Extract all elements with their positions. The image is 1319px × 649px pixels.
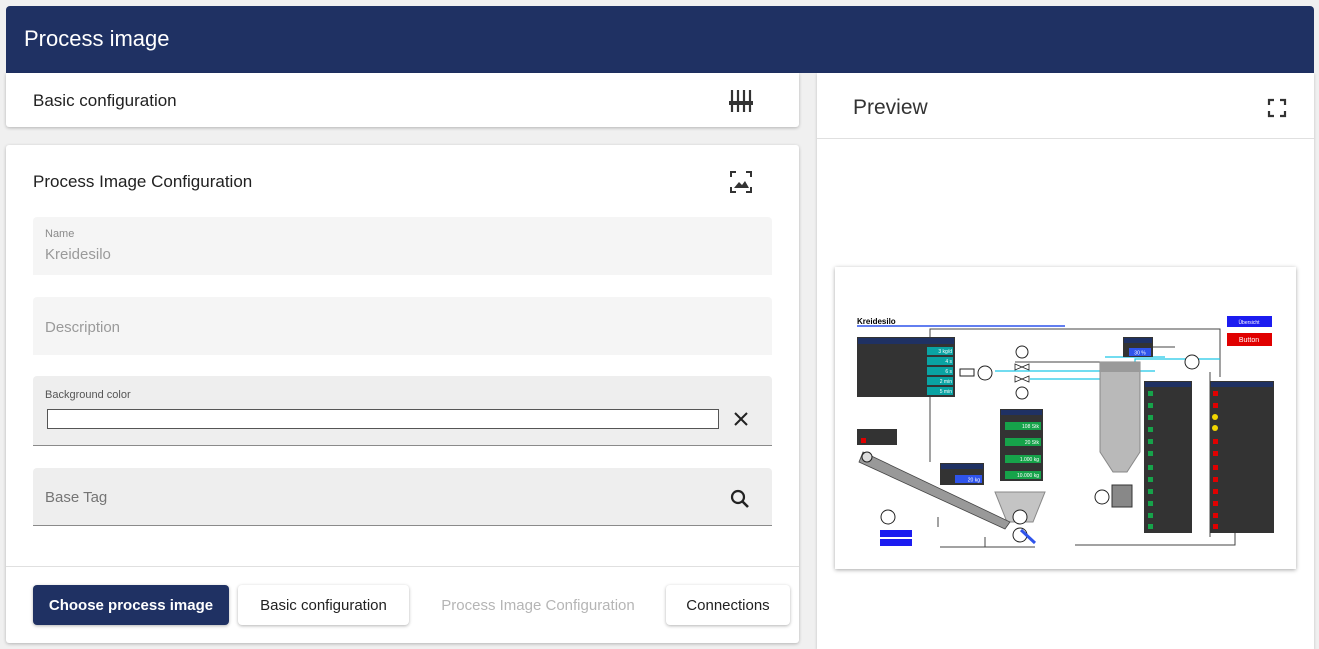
silo-fill-value: 30 % — [1134, 351, 1146, 357]
name-field-label: Name — [45, 228, 75, 240]
dosing-value-2: 4 s — [945, 359, 952, 365]
dosing-value-1: 3 kg/d — [938, 349, 952, 355]
filling-value-2: 20 Stk — [1025, 440, 1040, 446]
base-tag-placeholder[interactable]: Base Tag — [45, 489, 107, 506]
search-icon[interactable] — [729, 488, 751, 510]
preview-title: Preview — [853, 96, 928, 119]
fullscreen-icon[interactable] — [1267, 98, 1287, 118]
background-color-input[interactable] — [47, 409, 719, 429]
filling-value-4: 10.000 kg — [1017, 473, 1039, 479]
dosing-value-5: 5 min — [940, 389, 952, 395]
basic-configuration-title: Basic configuration — [33, 91, 177, 110]
filling-value-1: 108 Stk — [1022, 424, 1039, 430]
choose-process-image-button[interactable]: Choose process image — [33, 585, 229, 625]
sliders-icon[interactable] — [728, 88, 754, 114]
description-field[interactable]: Description — [33, 297, 772, 355]
actions-divider — [6, 566, 799, 567]
base-tag-field[interactable]: Base Tag — [33, 468, 772, 526]
preview-panel: Preview Kreidesilo Übersicht Button 3 kg… — [817, 73, 1314, 649]
status-panel-red — [1210, 381, 1274, 533]
description-placeholder[interactable]: Description — [45, 319, 120, 336]
dosing-value-3: 6 s — [945, 369, 952, 375]
connections-button[interactable]: Connections — [666, 585, 790, 625]
diagram-title: Kreidesilo — [857, 317, 896, 326]
basic-configuration-button[interactable]: Basic configuration — [238, 585, 409, 625]
name-field-value[interactable]: Kreidesilo — [45, 246, 111, 263]
filling-value-3: 1.000 kg — [1020, 457, 1039, 463]
background-color-field[interactable]: Background color — [33, 376, 772, 446]
red-button-label: Button — [1239, 337, 1259, 344]
app-header: Process image — [6, 6, 1314, 73]
process-image-configuration-title: Process Image Configuration — [33, 172, 253, 191]
basic-configuration-card[interactable]: Basic configuration — [6, 73, 799, 127]
process-image-configuration-button: Process Image Configuration — [420, 585, 656, 625]
process-diagram: Kreidesilo Übersicht Button 3 kg/d 4 s 6… — [835, 267, 1296, 569]
page-title: Process image — [24, 26, 170, 51]
close-icon[interactable] — [731, 409, 751, 429]
process-image-preview[interactable]: Kreidesilo Übersicht Button 3 kg/d 4 s 6… — [835, 267, 1296, 569]
dosing-value-4: 2 min — [940, 379, 952, 385]
process-image-configuration-card: Process Image Configuration Name Kreides… — [6, 145, 799, 643]
overview-button-label: Übersicht — [1238, 319, 1260, 326]
name-field[interactable]: Name Kreidesilo — [33, 217, 772, 275]
preview-divider — [817, 138, 1314, 139]
background-color-label: Background color — [45, 389, 131, 401]
scale-value: 20 kg — [968, 478, 980, 484]
image-frame-icon[interactable] — [728, 169, 754, 195]
